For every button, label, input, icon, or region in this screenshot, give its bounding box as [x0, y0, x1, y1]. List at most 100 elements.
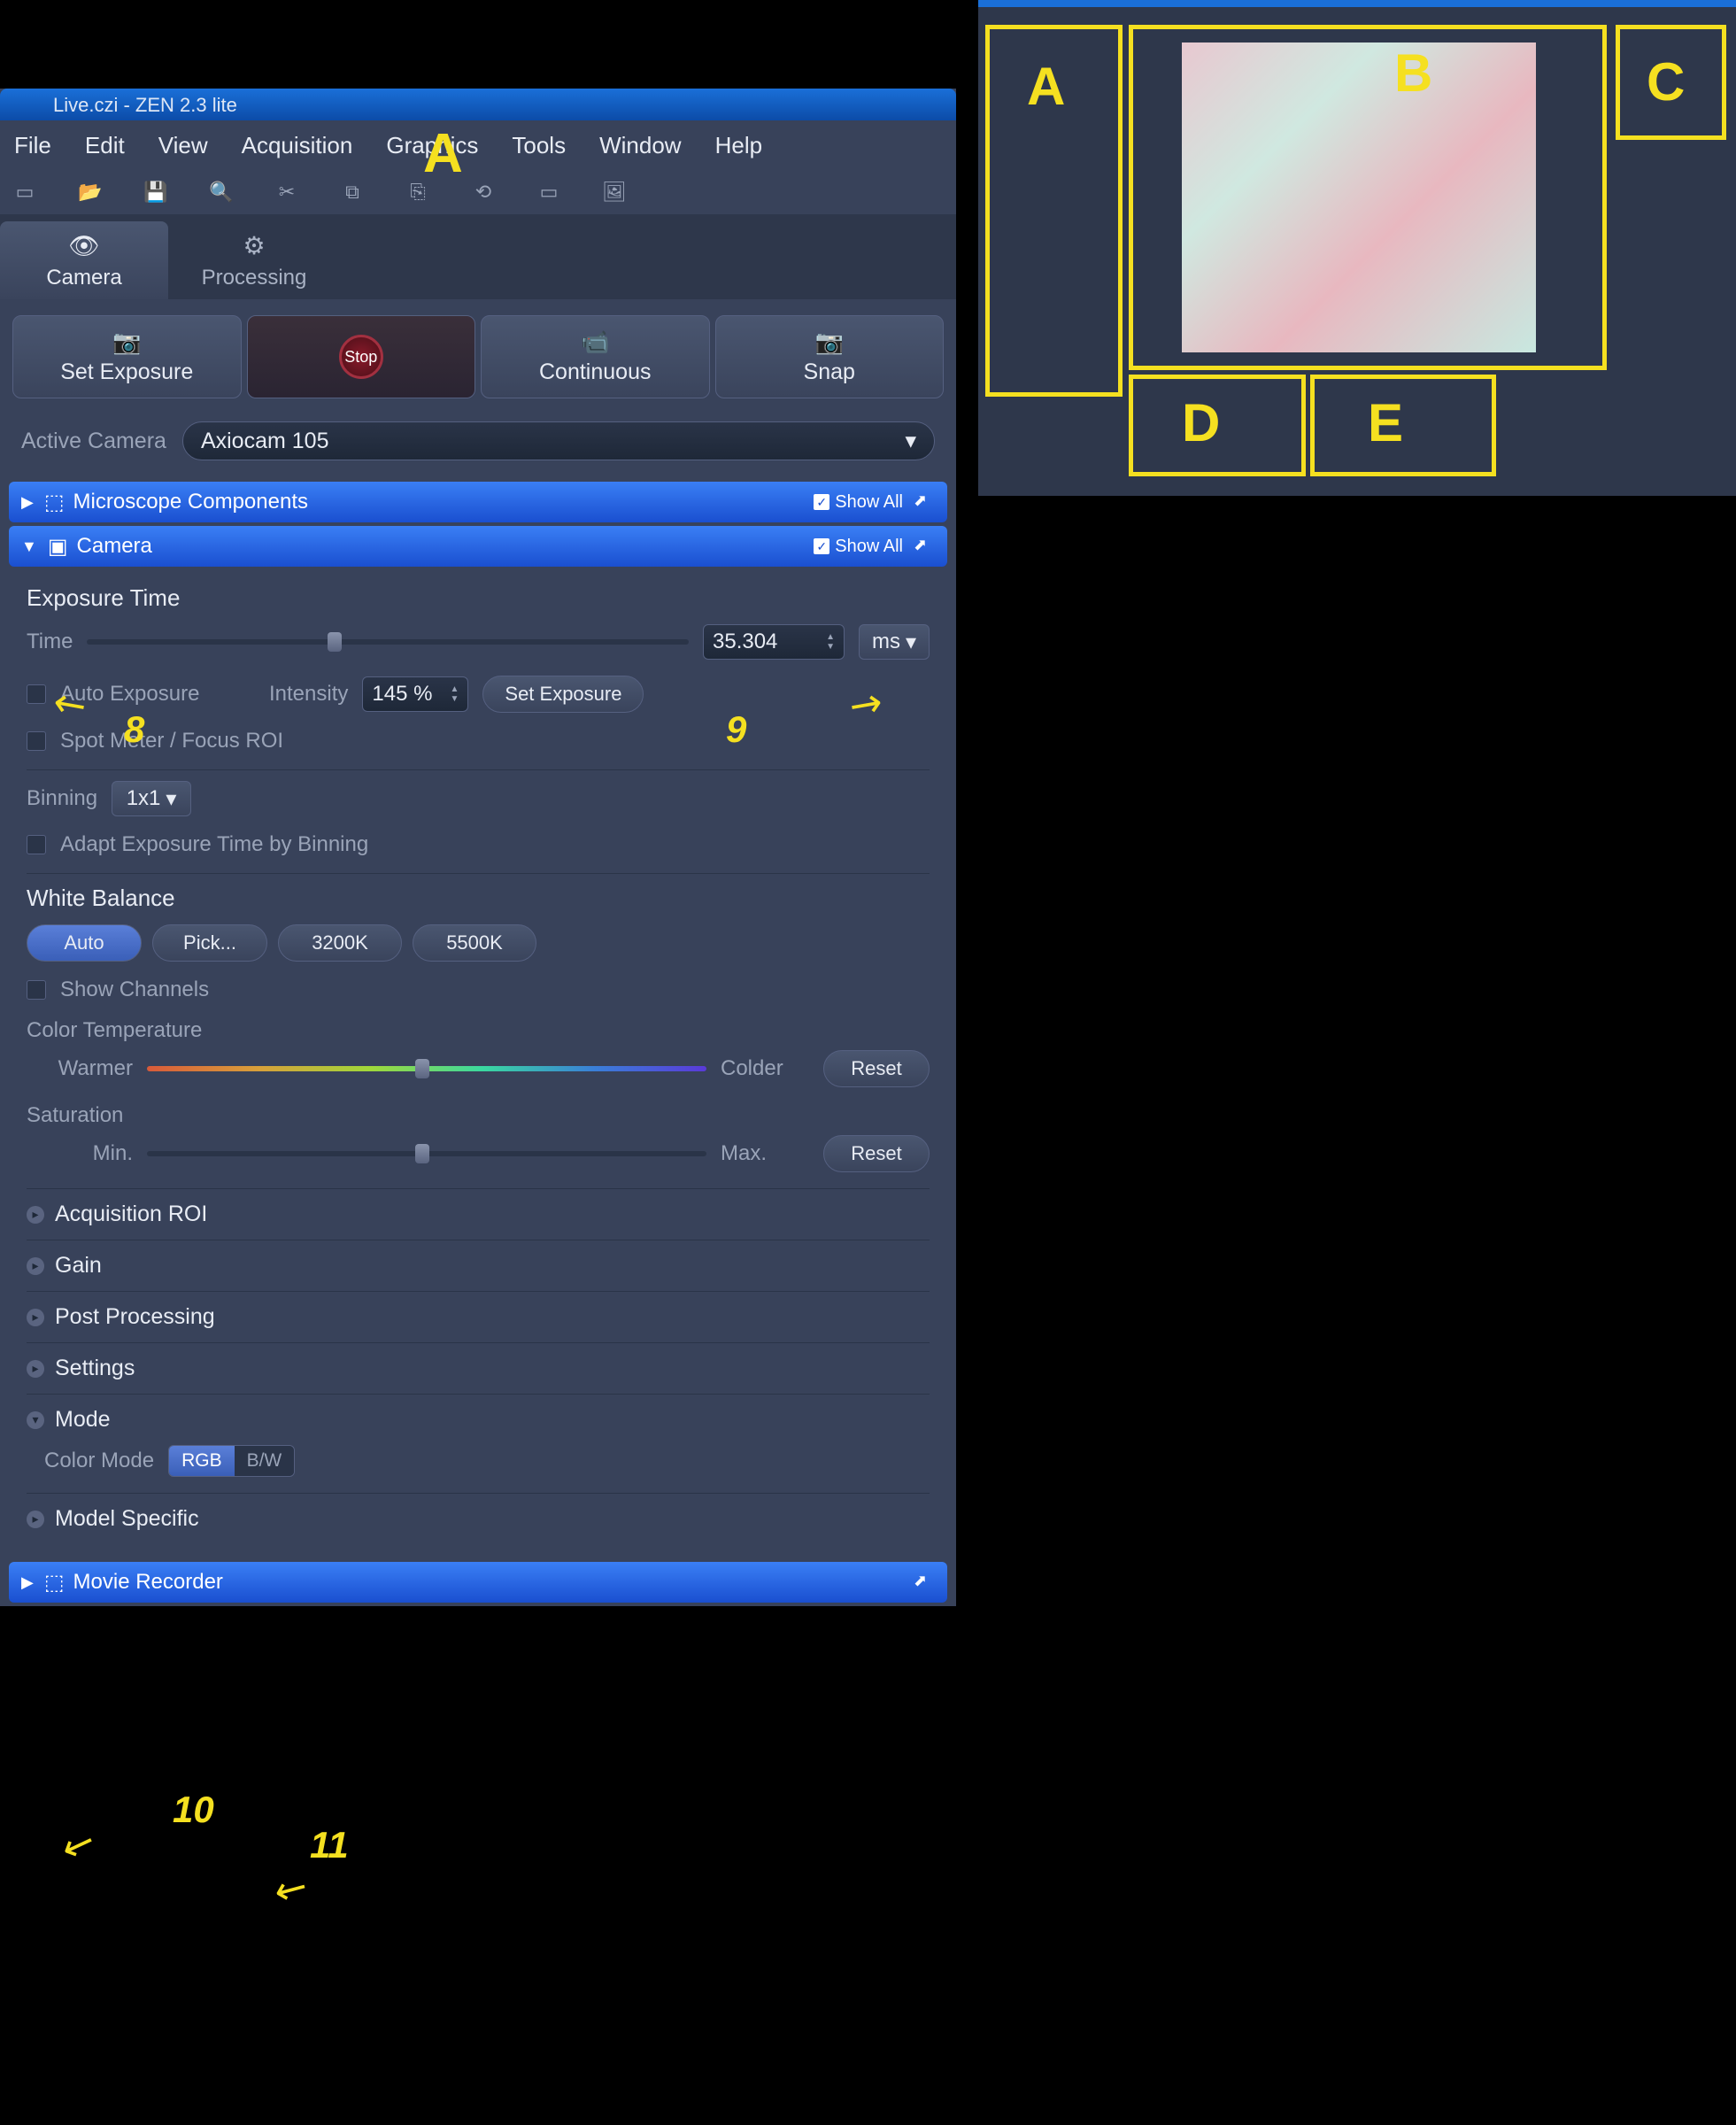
menu-acquisition[interactable]: Acquisition	[242, 132, 353, 159]
set-exposure-inner-button[interactable]: Set Exposure	[482, 676, 644, 713]
expand-circle-icon: ▸	[27, 1257, 44, 1275]
ct-reset-button[interactable]: Reset	[823, 1050, 930, 1087]
menu-edit[interactable]: Edit	[85, 132, 125, 159]
sub-settings[interactable]: ▸Settings	[27, 1342, 930, 1394]
popout-icon[interactable]: ⬈	[914, 1572, 935, 1593]
expand-icon: ▶	[21, 1573, 34, 1592]
sat-slider[interactable]	[147, 1151, 706, 1156]
popout-icon[interactable]: ⬈	[914, 491, 935, 513]
adapt-row: Adapt Exposure Time by Binning	[27, 832, 930, 857]
slider-thumb[interactable]	[415, 1059, 429, 1078]
left-tool-panel: Live.czi - ZEN 2.3 lite File Edit View A…	[0, 89, 956, 1606]
ct-row: Warmer Colder Reset	[27, 1050, 930, 1087]
arrow-10-icon: ↗	[55, 1820, 101, 1874]
set-exposure-button[interactable]: 📷 Set Exposure	[12, 315, 242, 398]
image-icon[interactable]: 🖼	[600, 180, 629, 205]
exposure-time-title: Exposure Time	[27, 584, 930, 612]
show-all-toggle[interactable]: ✓Show All	[814, 492, 903, 513]
max-label: Max.	[721, 1141, 809, 1166]
overview-window: A B C D E	[978, 0, 1736, 496]
toolbar: ▭ 📂 💾 🔍 ✂ ⧉ ⎘ ⟲ ▭ 🖼	[0, 170, 956, 214]
expand-circle-icon: ▸	[27, 1309, 44, 1326]
snap-icon: 📷	[815, 328, 844, 356]
expand-icon: ▶	[21, 493, 34, 512]
annotation-10: 10	[173, 1789, 214, 1831]
bw-button[interactable]: B/W	[235, 1446, 295, 1476]
chevron-down-icon: ▾	[906, 630, 916, 655]
show-channels-row: Show Channels	[27, 978, 930, 1002]
active-camera-row: Active Camera Axiocam 105 ▾	[0, 414, 956, 478]
stop-button[interactable]: Stop	[247, 315, 476, 398]
menu-view[interactable]: View	[158, 132, 208, 159]
section-title: ⬚Microscope Components	[44, 490, 803, 515]
color-temp-slider[interactable]	[147, 1066, 706, 1071]
menu-tools[interactable]: Tools	[512, 132, 566, 159]
slider-thumb[interactable]	[415, 1144, 429, 1163]
active-camera-label: Active Camera	[21, 429, 166, 454]
sub-mode[interactable]: ▾Mode	[27, 1394, 930, 1445]
wb-auto-button[interactable]: Auto	[27, 924, 142, 962]
divider	[27, 769, 930, 770]
copy-icon[interactable]: ⧉	[338, 180, 366, 205]
open-icon[interactable]: 📂	[76, 180, 104, 205]
auto-exposure-label: Auto Exposure	[60, 682, 255, 707]
wb-3200k-button[interactable]: 3200K	[278, 924, 402, 962]
show-channels-checkbox[interactable]	[27, 980, 46, 1000]
overview-region-b	[1129, 25, 1607, 370]
time-slider[interactable]	[87, 639, 689, 645]
popout-icon[interactable]: ⬈	[914, 536, 935, 557]
rgb-button[interactable]: RGB	[169, 1446, 235, 1476]
workspace-icon[interactable]: ▭	[535, 180, 563, 205]
tab-processing[interactable]: ⚙ Processing	[170, 221, 338, 299]
stop-label: Stop	[344, 348, 377, 367]
wb-pick-button[interactable]: Pick...	[152, 924, 267, 962]
time-value-input[interactable]: 35.304▲▼	[703, 624, 845, 660]
show-all-toggle[interactable]: ✓Show All	[814, 537, 903, 557]
sat-title: Saturation	[27, 1103, 930, 1128]
overview-label-c: C	[1647, 51, 1685, 112]
tab-camera-label: Camera	[46, 266, 121, 290]
spot-meter-checkbox[interactable]	[27, 731, 46, 751]
overview-label-b: B	[1394, 42, 1432, 104]
slider-thumb[interactable]	[328, 632, 342, 652]
adapt-checkbox[interactable]	[27, 835, 46, 854]
undo-icon[interactable]: ⟲	[469, 180, 498, 205]
color-mode-toggle: RGB B/W	[168, 1445, 295, 1477]
menu-file[interactable]: File	[14, 132, 51, 159]
spinner-icon[interactable]: ▲▼	[826, 632, 835, 652]
spot-meter-row: Spot Meter / Focus ROI	[27, 729, 930, 753]
intensity-input[interactable]: 145 %▲▼	[362, 676, 468, 712]
save-zoom-icon[interactable]: 🔍	[207, 180, 235, 205]
section-camera[interactable]: ▼ ▣Camera ✓Show All ⬈	[9, 526, 947, 567]
section-microscope-components[interactable]: ▶ ⬚Microscope Components ✓Show All ⬈	[9, 482, 947, 522]
sat-reset-button[interactable]: Reset	[823, 1135, 930, 1172]
active-camera-value: Axiocam 105	[201, 429, 329, 454]
spinner-icon[interactable]: ▲▼	[450, 684, 459, 704]
sub-gain[interactable]: ▸Gain	[27, 1240, 930, 1291]
menu-window[interactable]: Window	[599, 132, 681, 159]
sub-model-specific[interactable]: ▸Model Specific	[27, 1493, 930, 1544]
tab-processing-label: Processing	[202, 266, 307, 290]
snap-button[interactable]: 📷 Snap	[715, 315, 945, 398]
snap-label: Snap	[804, 359, 855, 385]
overview-label-a: A	[1027, 56, 1065, 117]
warmer-label: Warmer	[27, 1056, 133, 1081]
binning-select[interactable]: 1x1▾	[112, 781, 191, 816]
wb-5500k-button[interactable]: 5500K	[413, 924, 536, 962]
cut-icon[interactable]: ✂	[273, 180, 301, 205]
continuous-label: Continuous	[539, 359, 651, 385]
sub-post[interactable]: ▸Post Processing	[27, 1291, 930, 1342]
section-movie-recorder[interactable]: ▶ ⬚Movie Recorder ⬈	[9, 1562, 947, 1603]
intensity-label: Intensity	[269, 682, 348, 707]
binning-row: Binning 1x1▾	[27, 781, 930, 816]
time-label: Time	[27, 630, 73, 654]
save-icon[interactable]: 💾	[142, 180, 170, 205]
sub-acq-roi[interactable]: ▸Acquisition ROI	[27, 1188, 930, 1240]
adapt-label: Adapt Exposure Time by Binning	[60, 832, 368, 857]
tab-camera[interactable]: 👁 Camera	[0, 221, 168, 299]
menu-help[interactable]: Help	[715, 132, 762, 159]
new-icon[interactable]: ▭	[11, 180, 39, 205]
active-camera-select[interactable]: Axiocam 105 ▾	[182, 421, 935, 460]
time-unit-select[interactable]: ms▾	[859, 624, 930, 660]
continuous-button[interactable]: 📹 Continuous	[481, 315, 710, 398]
